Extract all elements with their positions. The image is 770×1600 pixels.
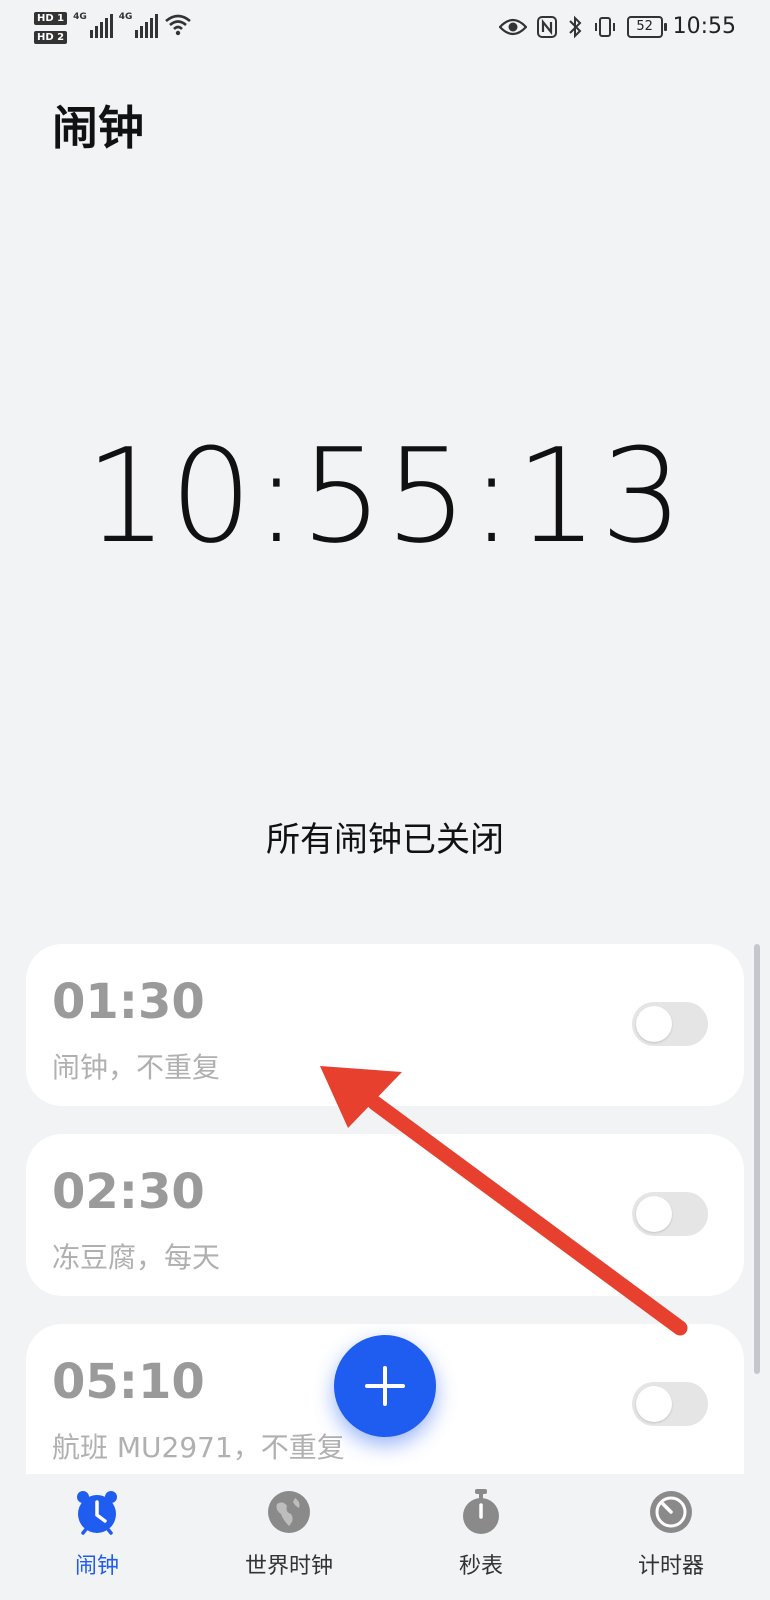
tab-world-clock[interactable]: 世界时钟 — [204, 1488, 374, 1580]
add-alarm-button[interactable] — [334, 1335, 436, 1437]
tab-stopwatch[interactable]: 秒表 — [396, 1488, 566, 1580]
battery-level: 52 — [636, 18, 653, 34]
alarm-item[interactable]: 02:30 冻豆腐，每天 — [26, 1134, 744, 1296]
alarm-clock-icon — [77, 1491, 117, 1535]
toggle-knob — [636, 1386, 672, 1422]
network-type-label: 4G — [118, 12, 133, 22]
plus-icon — [365, 1366, 405, 1406]
status-bar-time: 10:55 — [672, 14, 736, 39]
sim2-badge: HD 2 — [34, 31, 68, 44]
page-title: 闹钟 — [52, 101, 144, 155]
network-type-label: 4G — [73, 12, 87, 22]
timer-icon — [650, 1491, 692, 1533]
bottom-tab-bar: 闹钟 世界时钟 秒表 计时器 — [0, 1478, 770, 1600]
globe-icon — [268, 1491, 310, 1533]
alarm-time: 05:10 — [52, 1354, 205, 1410]
alarm-time: 01:30 — [52, 974, 205, 1030]
tab-timer[interactable]: 计时器 — [586, 1488, 756, 1580]
scrollbar[interactable] — [754, 944, 760, 1374]
eye-icon — [498, 18, 527, 35]
alarm-toggle[interactable] — [632, 1192, 708, 1236]
toggle-knob — [636, 1006, 672, 1042]
signal-strength-icon: 4G — [119, 12, 159, 38]
toggle-knob — [636, 1196, 672, 1232]
bluetooth-icon — [568, 15, 582, 38]
sim-indicators: HD 1 HD 2 — [34, 12, 68, 44]
current-time-display: 10:55:13 — [85, 420, 685, 572]
alarm-toggle[interactable] — [632, 1002, 708, 1046]
tab-alarm[interactable]: 闹钟 — [12, 1488, 182, 1580]
alarm-item[interactable]: 01:30 闹钟，不重复 — [26, 944, 744, 1106]
stopwatch-icon — [463, 1489, 499, 1534]
nfc-icon — [536, 15, 557, 38]
tab-label: 世界时钟 — [244, 1554, 333, 1579]
alarm-time: 02:30 — [52, 1164, 205, 1220]
tab-label: 闹钟 — [74, 1554, 119, 1579]
alarm-description: 闹钟，不重复 — [52, 1051, 221, 1084]
alarms-status-message: 所有闹钟已关闭 — [266, 820, 504, 860]
status-bar-right: 52 10:55 — [498, 14, 736, 39]
alarm-description: 航班 MU2971，不重复 — [52, 1431, 345, 1464]
wifi-icon — [165, 14, 192, 36]
status-bar-left: HD 1 HD 2 4G 4G — [34, 12, 192, 44]
signal-strength-icon: 4G — [73, 12, 113, 38]
status-bar: HD 1 HD 2 4G 4G 52 10:55 — [0, 0, 770, 60]
alarm-description: 冻豆腐，每天 — [52, 1241, 221, 1274]
tab-label: 计时器 — [637, 1554, 704, 1579]
alarm-toggle[interactable] — [632, 1382, 708, 1426]
battery-icon: 52 — [626, 15, 667, 38]
vibrate-icon — [594, 16, 615, 37]
sim1-badge: HD 1 — [34, 12, 68, 25]
tab-label: 秒表 — [458, 1554, 503, 1579]
